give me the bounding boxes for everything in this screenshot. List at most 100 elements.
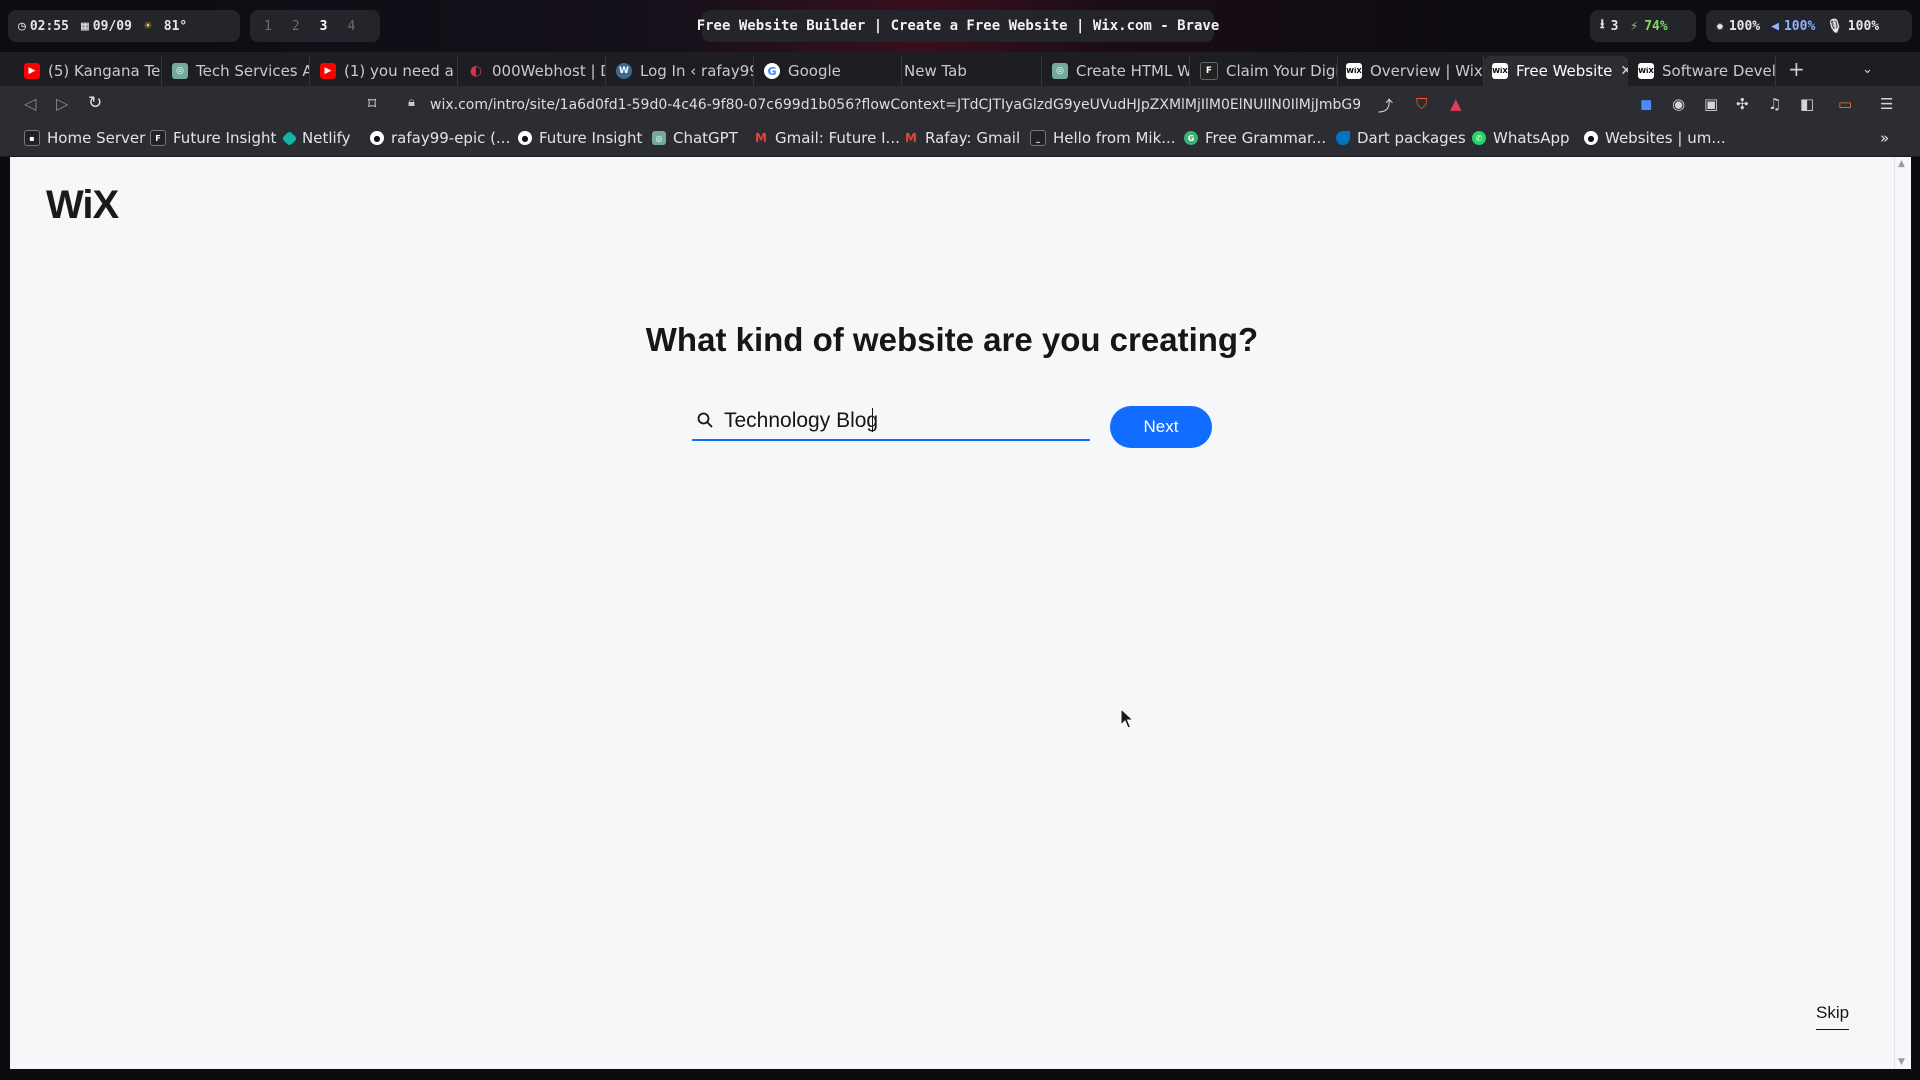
- search-input[interactable]: [722, 403, 1086, 439]
- chatgpt-icon: ◎: [172, 63, 188, 79]
- wix-icon: WiX: [1492, 63, 1508, 79]
- downloads-battery-pill: ⭳ 3 ⚡ 74%: [1590, 10, 1696, 42]
- tab-active[interactable]: WiX Free Website ✕: [1484, 56, 1628, 86]
- tab[interactable]: WiX Overview | Wix.c: [1338, 56, 1484, 86]
- bookmark-item[interactable]: Dart packages: [1336, 129, 1466, 147]
- bookmark-item[interactable]: ✆ WhatsApp: [1472, 129, 1570, 147]
- clock-date-pill: ◷ 02:55 ▦ 09/09 ☀ 81°: [8, 10, 240, 42]
- tab-label: 000Webhost | D: [492, 62, 606, 80]
- bookmark-item[interactable]: G Free Grammar...: [1184, 129, 1326, 147]
- tab[interactable]: ▶ (1) you need a w: [312, 56, 458, 86]
- share-icon[interactable]: ⤴: [1378, 95, 1393, 116]
- bookmark-item[interactable]: M Gmail: Future I...: [754, 129, 900, 147]
- extension-cookie-icon[interactable]: ◉: [1672, 95, 1685, 113]
- search-icon: [697, 412, 713, 428]
- brightness-icon: ✹: [1716, 18, 1724, 34]
- next-button[interactable]: Next: [1110, 406, 1212, 448]
- tab[interactable]: ▶ (5) Kangana Ter: [16, 56, 162, 86]
- github-icon: ●: [370, 131, 384, 145]
- tab[interactable]: ◎ Create HTML W: [1044, 56, 1190, 86]
- wallet-icon[interactable]: ▭: [1838, 95, 1852, 113]
- volume-level: 100%: [1783, 18, 1816, 34]
- back-arrow-icon[interactable]: ◁: [24, 94, 36, 113]
- scroll-down-icon[interactable]: ▼: [1898, 1057, 1905, 1067]
- terminal-icon: _: [1030, 130, 1046, 146]
- bookmark-label: Home Server: [47, 129, 146, 147]
- lock-icon[interactable]: 🔒︎: [408, 95, 415, 110]
- wix-icon: WiX: [1346, 63, 1362, 79]
- umami-icon: ●: [1584, 131, 1598, 145]
- workspace-2[interactable]: 2: [292, 19, 300, 34]
- workspace-4[interactable]: 4: [347, 19, 355, 34]
- workspace-1[interactable]: 1: [264, 19, 272, 34]
- address-bar[interactable]: wix.com/intro/site/1a6d0fd1-59d0-4c46-9f…: [430, 94, 1360, 116]
- battery-level: 74%: [1644, 18, 1668, 34]
- bookmark-item[interactable]: ● Websites | um...: [1584, 129, 1726, 147]
- bookmarks-overflow-icon[interactable]: »: [1880, 129, 1889, 147]
- tab-label: Free Website: [1516, 62, 1613, 80]
- bookmark-label: ChatGPT: [673, 129, 738, 147]
- tab-label: Google: [788, 62, 841, 80]
- tab-label: (5) Kangana Ter: [48, 62, 162, 80]
- brave-shields-icon[interactable]: ⛉: [1416, 95, 1427, 113]
- system-top-bar: ◷ 02:55 ▦ 09/09 ☀ 81° 1 2 3 4 Free Website …: [0, 0, 1920, 52]
- tab[interactable]: W Log In ‹ rafay99: [608, 56, 754, 86]
- youtube-icon: ▶: [320, 63, 336, 79]
- bookmark-item[interactable]: Netlify: [281, 129, 351, 147]
- brave-rewards-icon[interactable]: ▲: [1450, 95, 1462, 113]
- bookmark-label: Websites | um...: [1605, 129, 1726, 147]
- date-text: 09/09: [92, 18, 132, 34]
- future-insight-icon: F: [1200, 62, 1218, 80]
- browser-toolbar: ◁ ▷ ↻ ⌑ 🔒︎ wix.com/intro/site/1a6d0fd1-5…: [0, 86, 1920, 122]
- bitwarden-icon[interactable]: ◼: [1640, 95, 1652, 113]
- bookmark-icon[interactable]: ⌑: [368, 94, 376, 113]
- new-tab-plus-icon[interactable]: +: [1788, 57, 1805, 81]
- sidebar-icon[interactable]: ◧: [1800, 95, 1814, 113]
- chatgpt-icon: ◎: [1052, 63, 1068, 79]
- media-icon[interactable]: ♫: [1768, 95, 1781, 113]
- tab[interactable]: WiX Software Develo: [1630, 56, 1776, 86]
- tab-label: Claim Your Digi: [1226, 62, 1338, 80]
- tab[interactable]: G Google: [756, 56, 902, 86]
- bookmark-label: Rafay: Gmail: [925, 129, 1021, 147]
- wix-logo[interactable]: WiX: [46, 183, 119, 228]
- menu-hamburger-icon[interactable]: ☰: [1880, 95, 1893, 113]
- tab-strip: ▶ (5) Kangana Ter ◎ Tech Services Ad ▶ (…: [0, 52, 1920, 86]
- skip-link[interactable]: Skip: [1816, 1003, 1850, 1030]
- reload-icon[interactable]: ↻: [88, 93, 102, 113]
- bookmark-item[interactable]: ● rafay99-epic (...: [370, 129, 510, 147]
- tab-label: Software Develo: [1662, 62, 1776, 80]
- mic-icon: 🎙: [1826, 18, 1843, 34]
- tab[interactable]: New Tab: [896, 56, 1042, 86]
- page-scrollbar[interactable]: ▲ ▼: [1894, 157, 1911, 1069]
- dart-icon: [1336, 131, 1350, 145]
- grammar-icon: G: [1184, 131, 1198, 145]
- bookmark-item[interactable]: F Future Insight: [150, 129, 276, 147]
- mouse-cursor-icon: [1120, 708, 1134, 729]
- scroll-up-icon[interactable]: ▲: [1898, 159, 1905, 169]
- forward-arrow-icon[interactable]: ▷: [56, 94, 68, 113]
- downloads-count: 3: [1610, 18, 1619, 34]
- extensions-puzzle-icon[interactable]: ✣: [1736, 95, 1749, 113]
- bookmark-item[interactable]: M Rafay: Gmail: [904, 129, 1020, 147]
- tab-label: (1) you need a w: [344, 62, 457, 80]
- chevron-down-icon[interactable]: ⌄: [1862, 62, 1873, 77]
- bookmark-item[interactable]: _ Hello from Mik...: [1030, 129, 1176, 147]
- bookmark-item[interactable]: ▪ Home Server: [24, 129, 145, 147]
- bookmark-label: Dart packages: [1357, 129, 1466, 147]
- volume-icon: ◀: [1771, 18, 1779, 34]
- bookmark-label: Future Insight: [539, 129, 643, 147]
- tab-label: Tech Services Ad: [196, 62, 310, 80]
- youtube-icon: ▶: [24, 63, 40, 79]
- sun-icon: ☀: [143, 18, 152, 34]
- extension-window-icon[interactable]: ▣: [1704, 95, 1718, 113]
- bookmark-label: Gmail: Future I...: [775, 129, 900, 147]
- bookmark-item[interactable]: ◎ ChatGPT: [652, 129, 738, 147]
- tab[interactable]: ◎ Tech Services Ad: [164, 56, 310, 86]
- wordpress-icon: W: [616, 63, 632, 79]
- bookmark-item[interactable]: ● Future Insight: [518, 129, 642, 147]
- tab[interactable]: F Claim Your Digi: [1192, 56, 1338, 86]
- tab[interactable]: ◐ 000Webhost | D: [460, 56, 606, 86]
- close-icon[interactable]: ✕: [1620, 63, 1628, 79]
- workspace-3[interactable]: 3: [320, 19, 328, 34]
